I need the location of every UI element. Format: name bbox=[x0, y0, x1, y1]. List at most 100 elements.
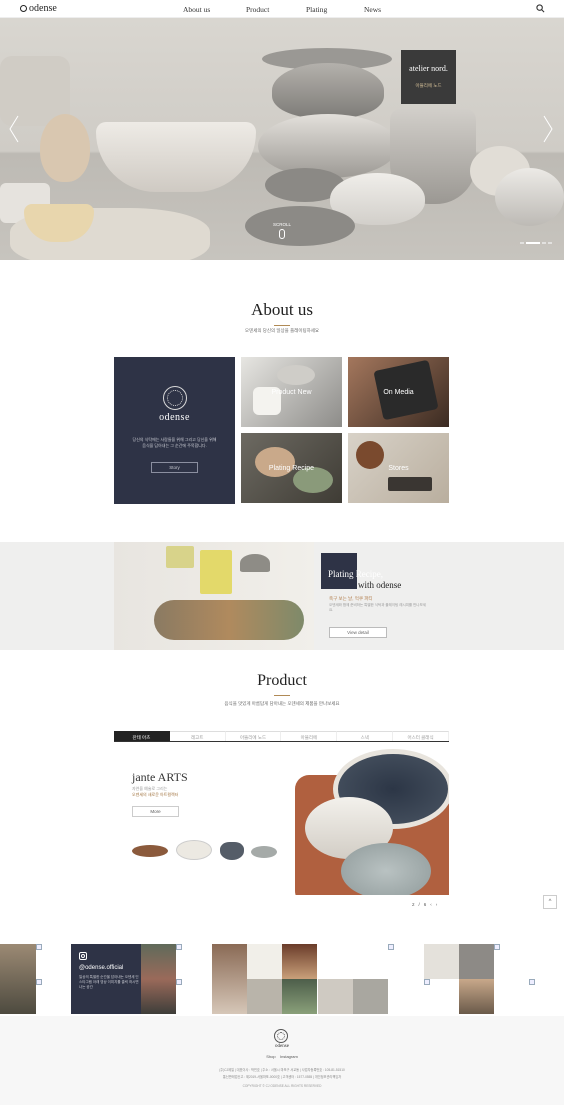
broken-image-icon bbox=[424, 979, 430, 985]
broken-image-icon bbox=[388, 944, 394, 950]
pager-prev-icon[interactable]: ‹ bbox=[430, 902, 432, 907]
logo-mark-icon bbox=[20, 5, 27, 12]
more-button[interactable]: More bbox=[132, 806, 179, 817]
footer-info-1: (주)CJ제일 | 대표이사 : 박민호 | 주소 : 서울시 마포구 서교동 … bbox=[219, 1068, 345, 1072]
tile-plating-recipe[interactable]: Plating Recipe bbox=[241, 433, 342, 503]
pear-image bbox=[40, 114, 90, 182]
insta-photo[interactable] bbox=[282, 944, 317, 979]
lamp-image bbox=[240, 554, 270, 572]
footer-brand: odense bbox=[275, 1044, 289, 1049]
tile-stores[interactable]: Stores bbox=[348, 433, 449, 503]
footer-link-shop[interactable]: Shop bbox=[266, 1054, 275, 1059]
insta-photo[interactable] bbox=[212, 944, 247, 1014]
broken-image-icon bbox=[36, 979, 42, 985]
featured-product-name: jante ARTS bbox=[132, 770, 188, 784]
product-thumb-dish[interactable] bbox=[251, 846, 277, 858]
poster-image bbox=[166, 546, 194, 568]
slide-dot[interactable] bbox=[548, 242, 552, 244]
insta-photo[interactable] bbox=[282, 979, 317, 1014]
slide-dots[interactable] bbox=[520, 242, 552, 244]
tile-product-new[interactable]: Product New bbox=[241, 357, 342, 427]
dark-bowl-image bbox=[245, 206, 355, 246]
card-subtitle: 아뜰리에 노드 bbox=[415, 83, 442, 88]
broken-image-icon bbox=[36, 944, 42, 950]
insta-photo[interactable] bbox=[141, 944, 176, 1014]
nav-news[interactable]: News bbox=[364, 5, 381, 14]
about-subtitle: 오덴세의 당신의 일상을 플레이팅하세요 bbox=[244, 328, 320, 333]
insta-photo[interactable] bbox=[459, 944, 494, 979]
recipe-desc: 오덴세와 함께 준비하는 특별한 식탁과 플레이팅 레시피를 만나보세요. bbox=[329, 603, 426, 612]
story-button[interactable]: Story bbox=[151, 462, 198, 473]
plate-right-image bbox=[495, 168, 564, 226]
instagram-icon-lens bbox=[81, 954, 85, 958]
recipe-title-line2: with odense bbox=[358, 580, 402, 590]
hero-slider[interactable]: atelier nord. 아뜰리에 노드 SCROLL bbox=[0, 18, 564, 260]
tab-2[interactable]: 레고트 bbox=[169, 731, 226, 741]
product-thumb-bowl[interactable] bbox=[220, 842, 244, 860]
tab-3[interactable]: 아뜰리에 노드 bbox=[225, 731, 282, 741]
product-tabs: 잔테 아츠 레고트 아뜰리에 노드 아뜰리에 스낵 어스터 클래식 bbox=[114, 731, 449, 742]
insta-photo[interactable] bbox=[424, 944, 459, 979]
scroll-indicator[interactable]: SCROLL bbox=[272, 222, 292, 239]
nav-plating[interactable]: Plating bbox=[306, 5, 327, 14]
next-slide-icon[interactable] bbox=[542, 114, 554, 144]
title-rule bbox=[274, 325, 290, 326]
tab-jante-arts[interactable]: 잔테 아츠 bbox=[114, 731, 170, 741]
tile-food-image bbox=[255, 447, 295, 477]
tile-bowl-image bbox=[277, 365, 315, 385]
tab-6[interactable]: 어스터 클래식 bbox=[393, 731, 449, 741]
site-logo[interactable]: odense bbox=[20, 3, 57, 14]
recipe-title: Plating Recipe, with odense bbox=[328, 569, 401, 591]
product-thumb-plate[interactable] bbox=[132, 845, 168, 857]
recipe-subtitle: 축구 보는 날, 먹쿠 파티 bbox=[329, 596, 373, 601]
insta-photo[interactable] bbox=[318, 979, 353, 1014]
prev-slide-icon[interactable] bbox=[8, 114, 20, 144]
atelier-nord-card[interactable]: atelier nord. 아뜰리에 노드 bbox=[401, 50, 456, 104]
recipe-banner-image[interactable] bbox=[114, 542, 314, 650]
insta-photo[interactable] bbox=[247, 944, 282, 979]
scroll-top-button[interactable]: ^ bbox=[543, 895, 557, 909]
recipe-title-line1: Plating Recipe, bbox=[328, 569, 383, 579]
logo-text: odense bbox=[29, 3, 57, 14]
product-subtitle: 음식을 맛있게 아름답게 담아내는 오덴세의 제품을 만나보세요 bbox=[224, 701, 340, 706]
product-title: Product bbox=[0, 672, 564, 696]
grey-bowl-image bbox=[341, 843, 431, 895]
brand-card: odense 당신의 식탁에는 사람들을 위해 그리고 당신을 위해 음식을 담… bbox=[114, 357, 235, 504]
footer-links: Shop Instagram bbox=[0, 1054, 564, 1059]
insta-photo[interactable] bbox=[247, 979, 282, 1014]
food-table-image bbox=[154, 600, 304, 640]
insta-photo[interactable] bbox=[353, 979, 388, 1014]
footer-link-instagram[interactable]: Instagram bbox=[280, 1054, 298, 1059]
tile-on-media[interactable]: On Media bbox=[348, 357, 449, 427]
broken-image-icon bbox=[176, 979, 182, 985]
title-rule bbox=[274, 695, 290, 696]
nav-about-us[interactable]: About us bbox=[183, 5, 210, 14]
brand-desc: 당신의 식탁에는 사람들을 위해 그리고 당신을 위해 음식을 담아내는 그 순… bbox=[132, 437, 217, 448]
slide-dot-active[interactable] bbox=[526, 242, 540, 244]
brand-name: odense bbox=[159, 412, 190, 423]
broken-image-icon bbox=[529, 979, 535, 985]
search-icon[interactable] bbox=[536, 4, 545, 13]
about-title: About us bbox=[0, 300, 564, 326]
pager-next-icon[interactable]: › bbox=[436, 902, 438, 907]
featured-product-image bbox=[295, 745, 449, 895]
view-detail-button[interactable]: View detail bbox=[329, 627, 387, 638]
mouse-icon bbox=[279, 229, 285, 239]
tile-label: On Media bbox=[383, 389, 414, 396]
tab-4[interactable]: 아뜰리에 bbox=[281, 731, 338, 741]
slide-dot[interactable] bbox=[542, 242, 546, 244]
poster2-image bbox=[200, 550, 232, 594]
slide-dot[interactable] bbox=[520, 242, 524, 244]
footer-info-2: 통신판매업신고 : 제2019-서울마포-0000호 | 고객센터 : 1577… bbox=[222, 1075, 342, 1079]
instagram-card[interactable]: @odense.official 일상의 특별한 순간을 담아내는 오덴세 인스… bbox=[71, 944, 141, 1014]
bowl-stack-body bbox=[272, 63, 384, 118]
plate-stack-image bbox=[258, 114, 398, 178]
tile-label: Plating Recipe bbox=[268, 465, 315, 472]
insta-photo[interactable] bbox=[0, 944, 36, 1014]
tab-5[interactable]: 스낵 bbox=[337, 731, 394, 741]
nav-product[interactable]: Product bbox=[246, 5, 269, 14]
insta-photo[interactable] bbox=[459, 979, 494, 1014]
product-thumb-flower-plate[interactable] bbox=[176, 840, 212, 860]
pager-sep: / bbox=[418, 902, 420, 907]
pager-total: 6 bbox=[423, 902, 427, 907]
